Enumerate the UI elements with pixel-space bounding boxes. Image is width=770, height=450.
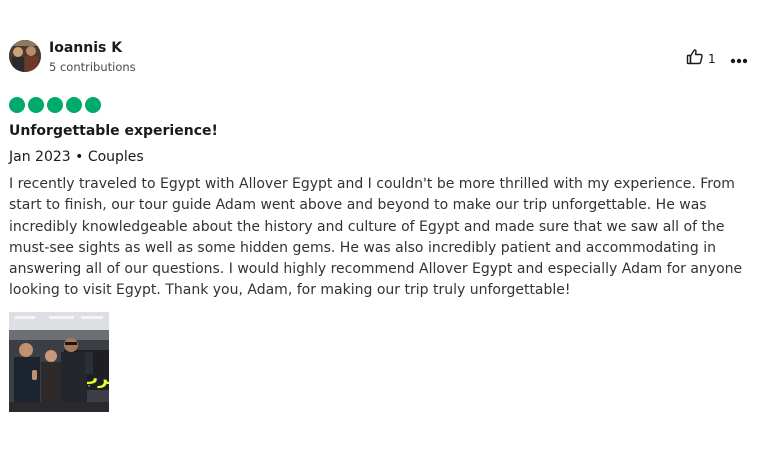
rating-bubble-icon <box>47 97 63 113</box>
rating-bubble-icon <box>9 97 25 113</box>
thumbs-up-icon <box>686 48 704 70</box>
review-body: I recently traveled to Egypt with Allove… <box>9 176 743 299</box>
rating-bubble-icon <box>66 97 82 113</box>
review-card: Ioannis K 5 contributions 1 Unforgettabl… <box>0 0 770 450</box>
reviewer-avatar[interactable] <box>9 40 41 72</box>
rating-bubble-icon <box>85 97 101 113</box>
trip-date-and-type: Jan 2023 • Couples <box>9 149 144 165</box>
rating-bubble-icon <box>28 97 44 113</box>
helpful-count: 1 <box>708 52 716 66</box>
review-photo[interactable]: كرب <box>9 312 109 412</box>
review-title[interactable]: Unforgettable experience! <box>9 122 218 140</box>
rating-bubbles <box>9 97 101 113</box>
reviewer-name[interactable]: Ioannis K <box>49 40 122 56</box>
helpful-vote-button[interactable]: 1 <box>686 48 716 70</box>
more-options-button[interactable] <box>728 50 750 66</box>
reviewer-contributions: 5 contributions <box>49 60 136 74</box>
more-horizontal-icon <box>730 49 748 68</box>
